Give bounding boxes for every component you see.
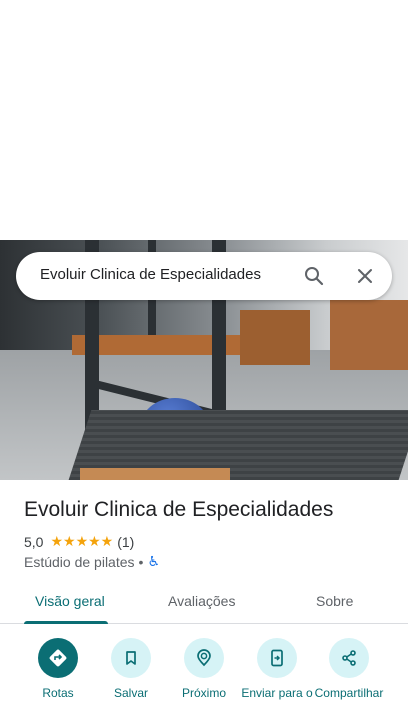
nearby-label: Próximo [181, 686, 226, 700]
nearby-icon [184, 638, 224, 678]
save-label: Salvar [113, 686, 148, 700]
send-to-phone-button[interactable]: Enviar para o [237, 638, 317, 700]
bookmark-icon [111, 638, 151, 678]
nearby-button[interactable]: Próximo [164, 638, 244, 700]
search-input[interactable]: Evoluir Clinica de Especialidades [40, 266, 261, 283]
directions-label: Rotas [42, 686, 74, 700]
rating-value: 5,0 [24, 533, 44, 550]
tab-overview[interactable]: Visão geral [35, 593, 105, 609]
directions-button[interactable]: Rotas [18, 638, 98, 700]
share-icon [329, 638, 369, 678]
send-to-phone-label: Enviar para o [241, 686, 313, 700]
place-category: Estúdio de pilates [24, 553, 135, 570]
review-count: (1) [117, 533, 135, 550]
tab-bar: Visão geral Avaliações Sobre [0, 580, 408, 624]
search-bar[interactable]: Evoluir Clinica de Especialidades [16, 252, 392, 300]
share-button[interactable]: Compartilhar [309, 638, 389, 700]
search-icon[interactable] [302, 264, 326, 288]
active-tab-indicator [24, 621, 108, 624]
tab-about[interactable]: Sobre [316, 593, 353, 609]
send-to-phone-icon [257, 638, 297, 678]
action-bar: Rotas Salvar Próximo Enviar para o Compa… [0, 638, 408, 720]
category-row: Estúdio de pilates • ♿ [24, 553, 160, 570]
wheelchair-accessible-icon: ♿ [147, 553, 160, 569]
tab-reviews[interactable]: Avaliações [168, 593, 235, 609]
star-rating-icon: ★★★★★ [50, 533, 114, 549]
place-title: Evoluir Clinica de Especialidades [24, 498, 334, 521]
separator: • [138, 553, 144, 570]
close-icon[interactable] [353, 264, 377, 288]
share-label: Compartilhar [314, 686, 384, 700]
save-button[interactable]: Salvar [91, 638, 171, 700]
directions-icon [38, 638, 78, 678]
rating-row[interactable]: 5,0 ★★★★★ (1) [24, 533, 134, 550]
